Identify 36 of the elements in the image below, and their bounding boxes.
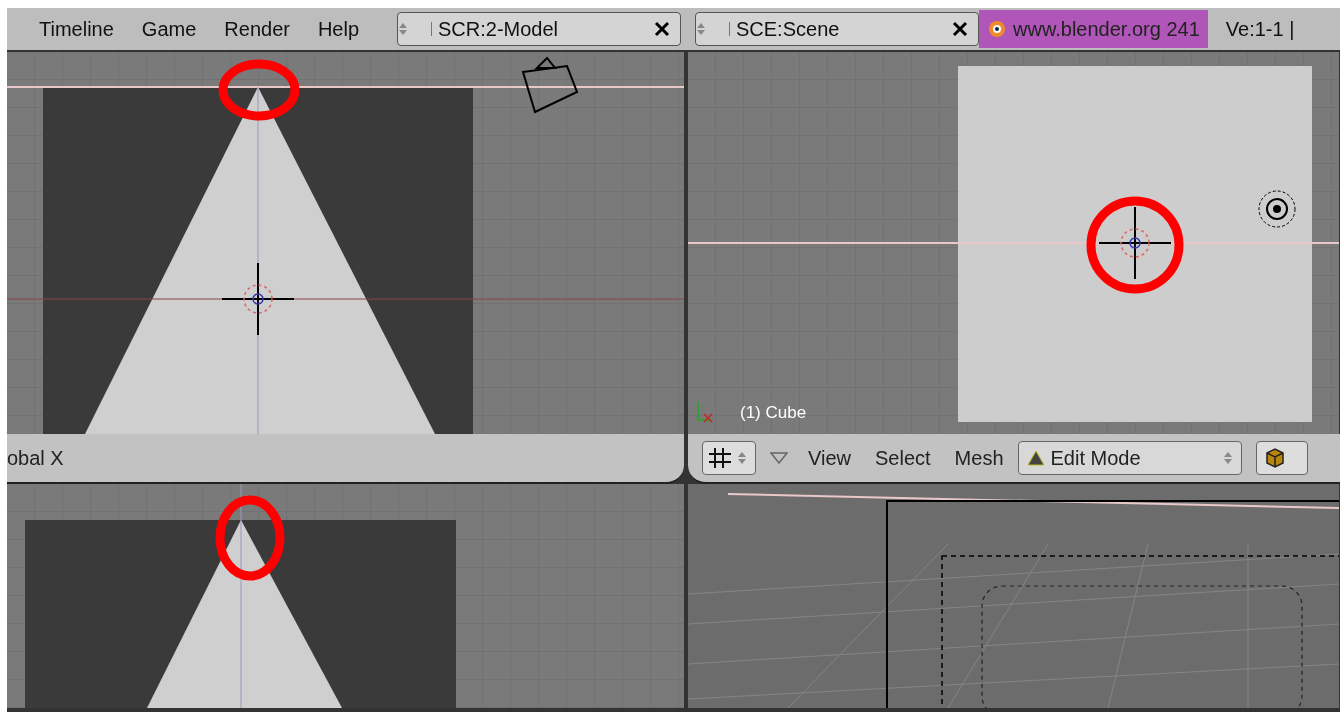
viewport[interactable]: (1) Cube: [688, 52, 1339, 434]
version-text: www.blender.org 241: [1013, 17, 1200, 42]
camera-icon: [521, 56, 579, 114]
cursor-crosshair-icon: [221, 262, 295, 336]
editor-type-button[interactable]: [702, 441, 756, 475]
updown-icon: [1222, 451, 1233, 465]
screen-name: SCR:2-Model: [437, 17, 560, 42]
scene-name: SCE:Scene: [735, 17, 841, 42]
menu-item[interactable]: Render: [224, 14, 290, 44]
screen-selector[interactable]: SCR:2-Model: [397, 12, 681, 46]
viewport[interactable]: [7, 484, 684, 708]
shading-button[interactable]: [1255, 441, 1308, 475]
updown-icon: [737, 451, 747, 465]
object-label: (1) Cube: [740, 403, 807, 422]
menu-item[interactable]: Select: [875, 443, 931, 473]
menu-item[interactable]: Mesh: [954, 443, 1004, 473]
logo-icon: [987, 19, 1007, 39]
lamp-icon: [1258, 190, 1296, 228]
menu-item[interactable]: Timeline: [39, 14, 114, 44]
cursor-crosshair-icon: [1098, 206, 1172, 280]
stats-text: Ve:1-1 |: [1224, 17, 1295, 42]
menu-item[interactable]: Game: [141, 14, 197, 44]
axis-icon: [697, 401, 713, 423]
updown-icon: [398, 22, 432, 36]
close-icon[interactable]: [654, 21, 670, 37]
close-icon[interactable]: [952, 21, 968, 37]
grid-icon: [707, 446, 733, 470]
mesh-triangle-icon: [1026, 449, 1045, 467]
dropdown-triangle-icon[interactable]: [770, 452, 788, 464]
viewport[interactable]: [7, 52, 684, 434]
updown-icon: [696, 22, 730, 36]
header-text: obal X: [7, 446, 64, 471]
scene-selector[interactable]: SCE:Scene: [695, 12, 979, 46]
menu-item[interactable]: Help: [317, 14, 360, 44]
mode-dropdown[interactable]: Edit Mode: [1017, 441, 1242, 475]
menu-item[interactable]: View: [808, 443, 851, 473]
